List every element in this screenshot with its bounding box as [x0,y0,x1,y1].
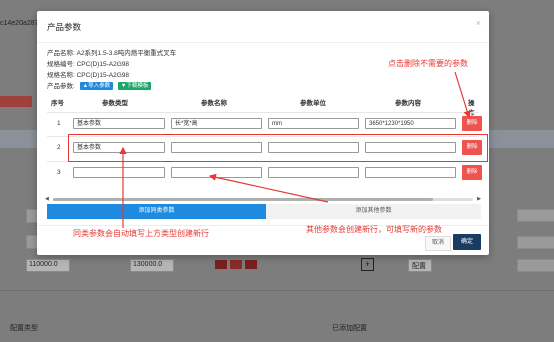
modal-title: 产品参数 [47,22,82,32]
bg-right-field-2 [517,236,554,249]
col-header-content: 参数内容 [395,100,421,107]
col-header-unit: 参数单位 [300,100,326,107]
params-label: 产品参数: [47,83,75,90]
cancel-button[interactable]: 取消 [425,236,451,251]
highlight-row-2 [68,134,488,162]
download-template-button[interactable]: ▼下载模板 [117,82,152,91]
scroll-left-icon[interactable]: ◀ [45,196,49,202]
import-params-button[interactable]: ▲导入参数 [79,82,114,91]
col-header-type: 参数类型 [102,100,128,107]
row-number: 3 [57,169,61,176]
header-divider [37,42,489,43]
param-content-input[interactable]: 3650*1230*1950 [365,118,456,129]
param-unit-input[interactable]: mm [268,118,359,129]
bg-plus-icon[interactable]: + [361,258,374,271]
param-type-input[interactable] [73,167,165,178]
row-number: 2 [57,144,61,151]
spec-code: 规格编号: CPC(D)15-A2G98 [47,61,129,68]
params-line: 产品参数: ▲导入参数 ▼下载模板 [47,80,152,91]
bg-right-field-1 [517,209,554,222]
param-type-input[interactable]: 基本参数 [73,118,165,129]
import-label: 导入参数 [88,83,111,90]
bg-right-field-3 [517,259,554,272]
horizontal-scrollbar[interactable]: ◀ ▶ [45,196,481,202]
table-header: 序号 参数类型 参数名称 参数单位 参数内容 操作 [47,97,479,117]
bg-forklift-icons [215,258,259,270]
confirm-button[interactable]: 确定 [453,234,481,250]
add-other-param-button[interactable]: 添加其他参数 [266,204,481,219]
product-params-modal: 产品参数 × 产品名称: A2系列1.5-3.8吨内燃平衡重式叉车 规格编号: … [37,11,489,255]
bg-value-1: 110000.0 [29,261,58,268]
other-param-hint-text: 其他参数会创建新行，可填写新的参数 [306,225,442,234]
delete-button[interactable]: 删除 [462,165,482,180]
row-number: 1 [57,120,61,127]
delete-hint-text: 点击删除不需要的参数 [388,59,468,68]
spec-name: 规格名称: CPC(D)15-A2G98 [47,72,129,79]
scroll-right-icon[interactable]: ▶ [477,196,481,202]
bg-footer-right: 已添加配置 [332,325,367,332]
bg-divider [0,290,554,291]
table-row: 3 删除 [47,161,482,184]
bg-config-label: 配置 [412,263,426,270]
close-icon[interactable]: × [476,18,481,28]
bg-red-tab [0,96,32,107]
same-type-hint-text: 同类参数会自动填写上方类型创建新行 [73,229,209,238]
col-header-no: 序号 [51,100,64,107]
param-name-input[interactable]: 长*宽*高 [171,118,262,129]
add-same-type-button[interactable]: 添加同类参数 [47,204,266,219]
col-header-name: 参数名称 [201,100,227,107]
delete-button[interactable]: 删除 [462,116,482,131]
product-name: 产品名称: A2系列1.5-3.8吨内燃平衡重式叉车 [47,50,177,57]
bg-value-2: 130000.0 [133,261,163,268]
scroll-thumb[interactable] [53,198,433,201]
bg-footer-left: 配置类型 [10,325,38,332]
param-content-input[interactable] [365,167,456,178]
table-row: 1 基本参数 长*宽*高 mm 3650*1230*1950 删除 [47,112,482,135]
download-label: 下载模板 [126,83,149,90]
param-name-input[interactable] [171,167,262,178]
param-unit-input[interactable] [268,167,359,178]
